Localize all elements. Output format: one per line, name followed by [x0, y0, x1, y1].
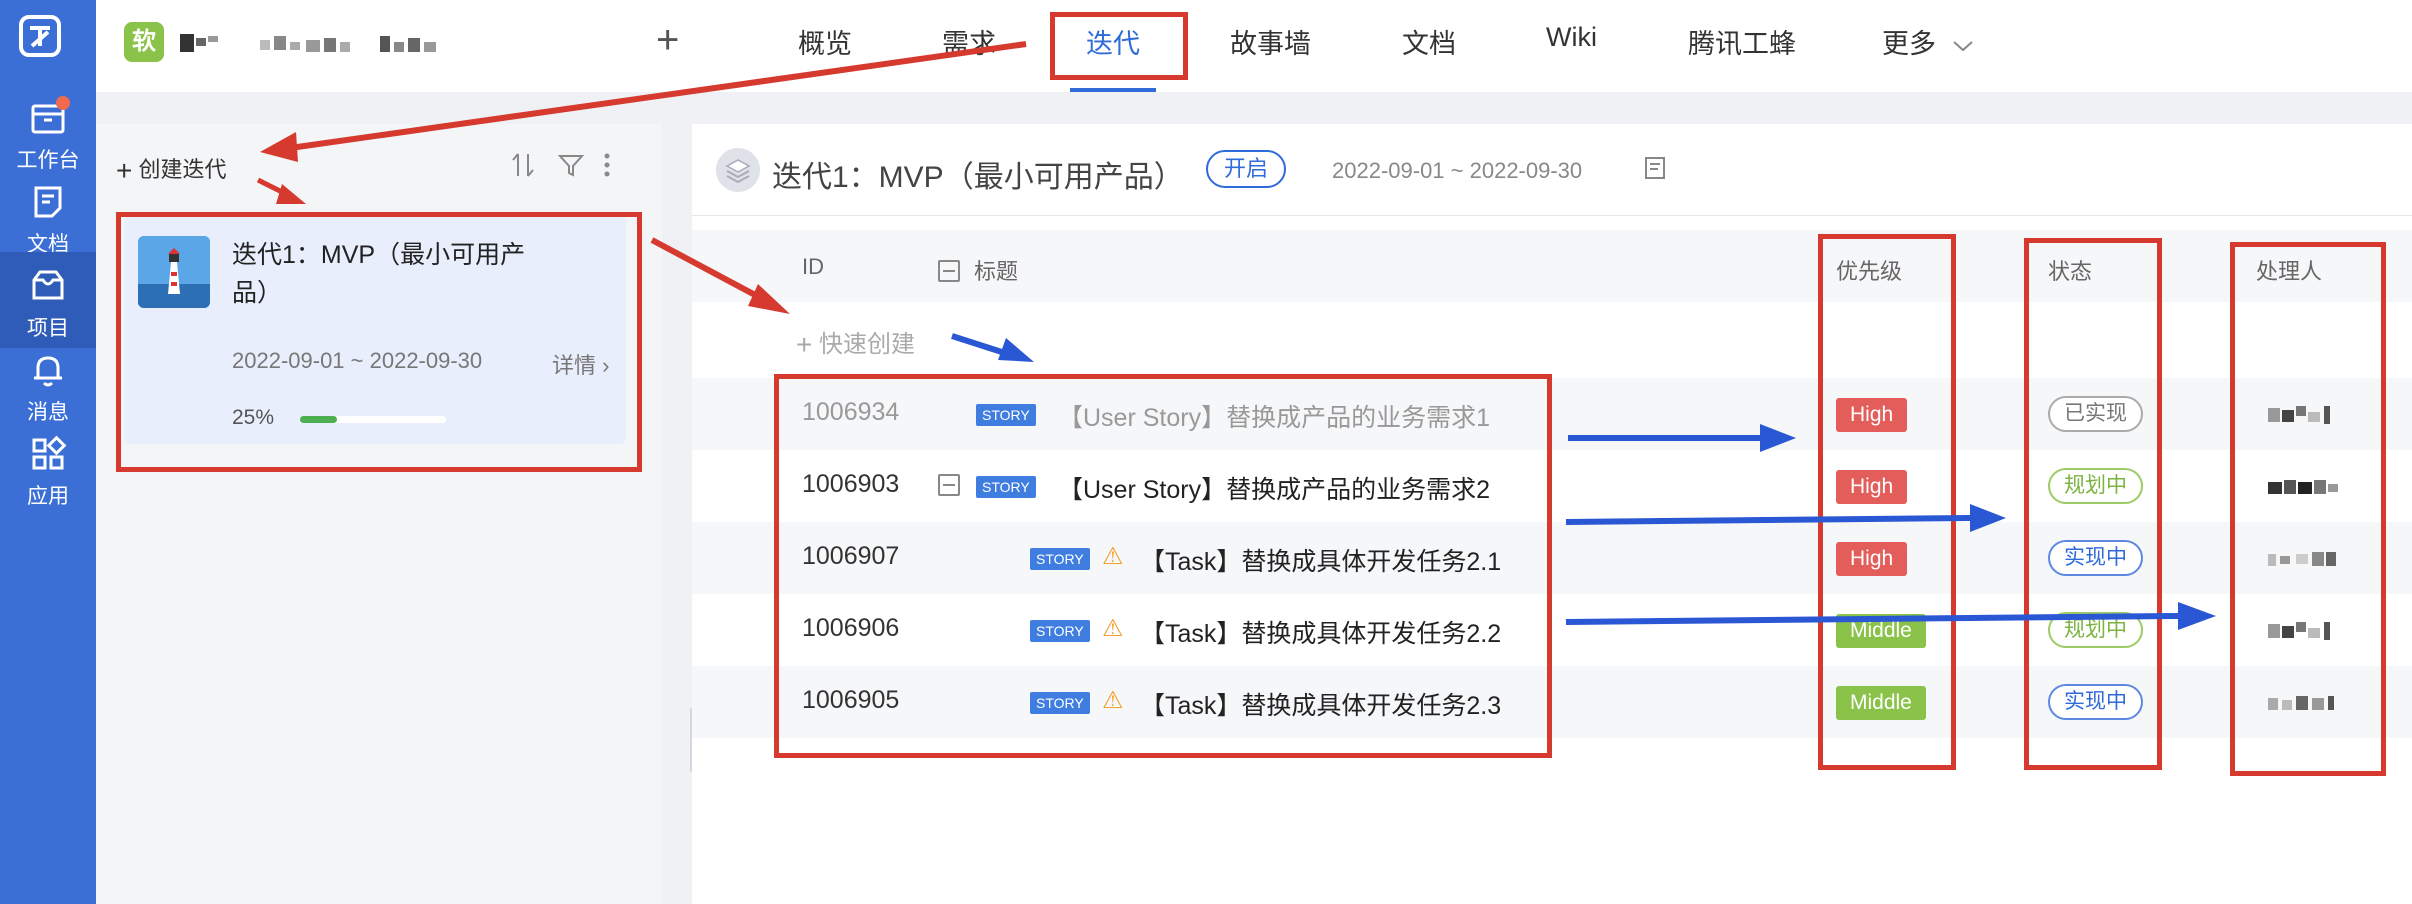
red-arrow — [260, 41, 1027, 162]
red-arrow — [256, 177, 306, 204]
blue-arrow — [1565, 602, 2216, 630]
annotation-arrows — [256, 41, 2216, 630]
red-arrow — [650, 237, 790, 314]
blue-arrow — [1568, 424, 1796, 452]
blue-arrow — [1565, 504, 2006, 532]
blue-arrow — [951, 333, 1034, 362]
